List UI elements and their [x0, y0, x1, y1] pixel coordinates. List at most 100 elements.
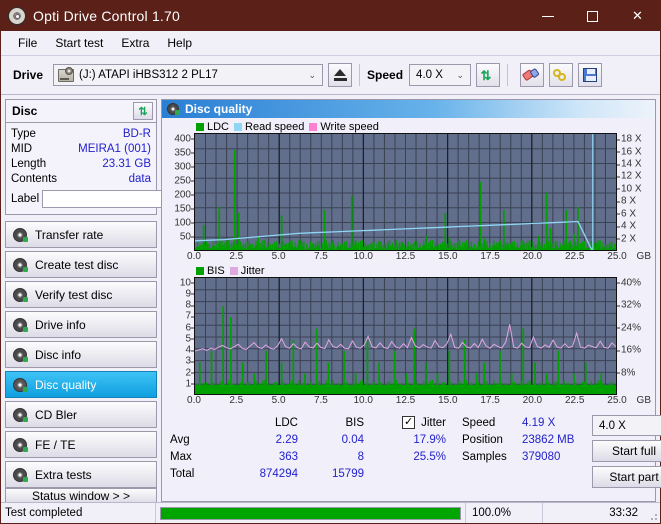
- cd-bler-icon: [13, 407, 28, 422]
- sidebar-item-transfer-rate[interactable]: Transfer rate: [5, 221, 157, 248]
- axis-tick: 1: [185, 378, 194, 390]
- disc-row-length: Length 23.31 GB: [11, 156, 151, 171]
- nav-list: Transfer rate Create test disc Verify te…: [5, 221, 157, 488]
- save-icon: [583, 68, 598, 82]
- axis-tick: 6 X: [616, 208, 637, 220]
- ldc-x-axis: 0.0 2.5 5.0 7.5 10.0 12.5 15.0 17.5 20.0 22.5 25.0…: [164, 251, 653, 264]
- axis-unit: GB: [636, 251, 651, 262]
- toolbar-divider: [359, 64, 361, 86]
- scan-speed-select[interactable]: 4.0 X ⌄: [592, 415, 661, 436]
- menu-item-start-test[interactable]: Start test: [46, 33, 112, 53]
- axis-tick: 22.5: [564, 251, 585, 262]
- start-part-button[interactable]: Start part: [592, 466, 661, 488]
- stats-table: LDC BIS ✓ Jitter Avg 2.29 0.04 17.9% Max…: [162, 414, 462, 501]
- axis-tick: 12 X: [617, 170, 642, 182]
- stats-area: LDC BIS ✓ Jitter Avg 2.29 0.04 17.9% Max…: [162, 408, 661, 501]
- summary-position-value: 23862 MB: [522, 433, 575, 446]
- bis-plot-area[interactable]: [194, 277, 617, 395]
- axis-tick: 40%: [616, 277, 642, 289]
- axis-tick: 100: [174, 217, 194, 229]
- extra-tests-icon: [13, 467, 28, 482]
- stats-row-total-key: Total: [170, 467, 195, 480]
- stats-row-avg-ldc: 2.29: [275, 433, 298, 446]
- sidebar-item-drive-info[interactable]: Drive info: [5, 311, 157, 338]
- legend-label-jitter: Jitter: [240, 264, 265, 277]
- main-panel: Disc quality LDC Read speed Write speed …: [161, 99, 661, 502]
- sidebar-item-fe-te[interactable]: FE / TE: [5, 431, 157, 458]
- axis-tick: 25.0: [607, 251, 627, 262]
- erase-button[interactable]: [520, 63, 545, 87]
- sidebar-item-label: Disc info: [35, 347, 82, 362]
- eject-button[interactable]: [328, 63, 353, 87]
- summary-speed-key: Speed: [462, 416, 496, 429]
- jitter-checkbox[interactable]: ✓: [402, 416, 416, 429]
- speed-select[interactable]: 4.0 X ⌄: [409, 64, 472, 86]
- disc-row-type-value: BD-R: [122, 127, 151, 140]
- sidebar-item-label: Drive info: [35, 317, 86, 332]
- resize-grip[interactable]: [646, 503, 660, 523]
- disc-panel: Disc ⇅ Type BD-R MID MEIRA1 (001) Length…: [5, 99, 244, 215]
- stats-row-max-bis: 8: [357, 450, 364, 463]
- scan-speed-value: 4.0 X: [599, 419, 626, 432]
- axis-tick: 15.0: [438, 395, 458, 406]
- legend-item-jitter: Jitter: [229, 264, 265, 277]
- sidebar-item-disc-quality[interactable]: Disc quality: [5, 371, 157, 398]
- start-full-button[interactable]: Start full: [592, 440, 661, 462]
- disc-row-mid: MID MEIRA1 (001): [11, 141, 151, 156]
- menu-item-extra[interactable]: Extra: [112, 33, 158, 53]
- summary-row-samples: Samples 379080: [462, 448, 592, 465]
- legend-label-write-speed: Write speed: [320, 120, 379, 133]
- legend-label-bis: BIS: [207, 264, 225, 277]
- summary-samples-value: 379080: [522, 450, 561, 463]
- menu-item-file[interactable]: File: [9, 33, 46, 53]
- axis-tick: 2.5: [229, 395, 244, 406]
- refresh-button[interactable]: ⇅: [476, 63, 501, 87]
- tools-button[interactable]: [549, 63, 574, 87]
- drive-select[interactable]: (J:) ATAPI iHBS312 2 PL17 ⌄: [53, 64, 324, 86]
- status-message: Test completed: [1, 503, 156, 523]
- scan-actions: 4.0 X ⌄ Start full Start part: [592, 414, 661, 501]
- sidebar-item-create-test-disc[interactable]: Create test disc: [5, 251, 157, 278]
- chevron-down-icon: ⌄: [456, 69, 465, 80]
- axis-tick: 2: [185, 367, 194, 379]
- close-icon[interactable]: ✕: [615, 1, 660, 31]
- transfer-rate-icon: [13, 227, 28, 242]
- menu-item-help[interactable]: Help: [158, 33, 201, 53]
- axis-tick: 6: [185, 322, 194, 334]
- axis-unit: GB: [636, 395, 651, 406]
- sidebar-item-label: Create test disc: [35, 257, 119, 272]
- jitter-toggle[interactable]: ✓ Jitter: [364, 416, 460, 429]
- sidebar-item-extra-tests[interactable]: Extra tests: [5, 461, 157, 488]
- summary-row-speed: Speed 4.19 X: [462, 414, 592, 431]
- legend-swatch-jitter: [229, 266, 238, 275]
- axis-tick: 150: [174, 203, 194, 215]
- summary-speed-value: 4.19 X: [522, 416, 556, 429]
- summary-samples-key: Samples: [462, 450, 507, 463]
- sidebar-item-verify-test-disc[interactable]: Verify test disc: [5, 281, 157, 308]
- drive-select-value: (J:) ATAPI iHBS312 2 PL17: [79, 69, 218, 81]
- charts-area: LDC Read speed Write speed 50 100 150 200 25…: [162, 118, 655, 408]
- chevron-down-icon: ⌄: [308, 69, 317, 80]
- elapsed-time: 33:32: [609, 507, 638, 519]
- disc-row-length-key: Length: [11, 157, 47, 170]
- axis-tick: 8: [185, 299, 194, 311]
- axis-tick: 400: [174, 133, 194, 145]
- create-test-disc-icon: [13, 257, 28, 272]
- minimize-icon[interactable]: [525, 1, 570, 31]
- save-button[interactable]: [578, 63, 603, 87]
- stats-row-max-ldc: 363: [278, 450, 298, 463]
- axis-tick: 10: [179, 277, 195, 289]
- sidebar-item-cd-bler[interactable]: CD Bler: [5, 401, 157, 428]
- disc-row-type-key: Type: [11, 127, 36, 140]
- ldc-plot-area[interactable]: [194, 133, 617, 251]
- sidebar-item-label: Disc quality: [35, 377, 97, 392]
- eject-icon: [333, 69, 347, 81]
- fe-te-icon: [13, 437, 28, 452]
- disc-refresh-button[interactable]: ⇅: [133, 102, 153, 120]
- sidebar-item-disc-info[interactable]: Disc info: [5, 341, 157, 368]
- axis-tick: 9: [185, 288, 194, 300]
- disc-info-icon: [13, 347, 28, 362]
- maximize-icon[interactable]: [570, 1, 615, 31]
- disc-row-contents: Contents data: [11, 171, 151, 186]
- legend-swatch-write-speed: [309, 122, 318, 131]
